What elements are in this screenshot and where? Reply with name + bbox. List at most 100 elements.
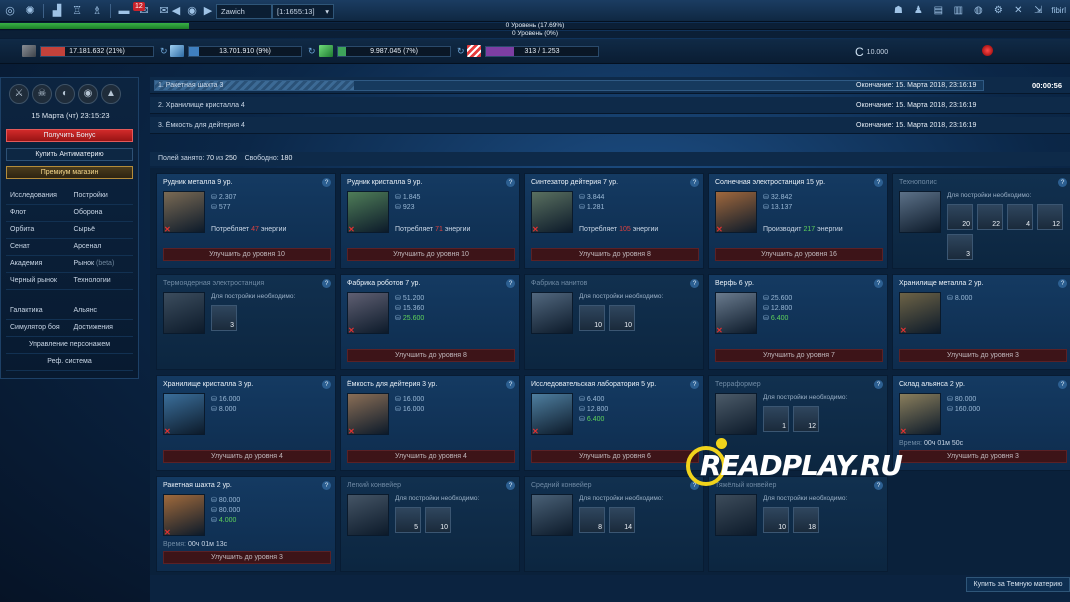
menu-item[interactable]: Исследования xyxy=(6,188,70,204)
building-image[interactable] xyxy=(531,494,573,536)
cancel-icon[interactable]: ✕ xyxy=(716,326,723,335)
sword-icon[interactable]: ⚔ xyxy=(9,84,29,104)
cancel-icon[interactable]: ✕ xyxy=(716,225,723,234)
help-icon[interactable]: ? xyxy=(1058,279,1067,288)
help-icon[interactable]: ? xyxy=(874,178,883,187)
upgrade-button[interactable]: Улучшить до уровня 8 xyxy=(531,248,699,261)
chat-icon[interactable]: ▬ xyxy=(117,4,131,18)
cancel-icon[interactable]: ✕ xyxy=(164,427,171,436)
building-card[interactable]: Фабрика роботов 7 ур.? ✕ ⛁ 51.200 ⛁ 15.360 ⛁ 25… xyxy=(340,274,520,370)
rings-icon[interactable]: ◎ xyxy=(3,4,17,18)
requirement-tech[interactable]: 5 xyxy=(395,507,421,533)
group-icon[interactable]: ☗ xyxy=(891,4,905,18)
refresh-icon[interactable]: ↻ xyxy=(308,46,316,57)
cancel-icon[interactable]: ✕ xyxy=(532,427,539,436)
help-icon[interactable]: ? xyxy=(874,279,883,288)
tools-icon[interactable]: ✕ xyxy=(1011,4,1025,18)
prev-planet-icon[interactable]: ◀ xyxy=(169,4,183,18)
home-planet-icon[interactable]: ◉ xyxy=(185,4,199,18)
help-icon[interactable]: ? xyxy=(690,380,699,389)
rocket-icon[interactable]: ▲ xyxy=(101,84,121,104)
get-bonus-button[interactable]: Получить Бонус xyxy=(6,129,133,142)
buy-antimatter-button[interactable]: Купить Антиматерию xyxy=(6,148,133,161)
globe-icon[interactable]: ✺ xyxy=(23,4,37,18)
help-icon[interactable]: ? xyxy=(322,481,331,490)
help-icon[interactable]: ? xyxy=(322,178,331,187)
help-icon[interactable]: ? xyxy=(322,380,331,389)
building-card[interactable]: Солнечная электростанция 15 ур.? ✕ ⛁ 32.842… xyxy=(708,173,888,269)
building-card[interactable]: Термоядерная электростанция? Для постройк… xyxy=(156,274,336,370)
menu-item[interactable]: Технологии xyxy=(70,273,134,289)
help-icon[interactable]: ? xyxy=(1058,178,1067,187)
menu-item[interactable]: Галактика xyxy=(6,303,70,319)
building-card[interactable]: Средний конвейер? Для постройки необходим… xyxy=(524,476,704,572)
menu-item[interactable]: Сырьё xyxy=(70,222,134,238)
cancel-icon[interactable]: ✕ xyxy=(348,326,355,335)
requirement-tech[interactable]: 1 xyxy=(763,406,789,432)
menu-item[interactable]: Оборона xyxy=(70,205,134,221)
help-icon[interactable]: ? xyxy=(874,380,883,389)
upgrade-button[interactable]: Улучшить до уровня 7 xyxy=(715,349,883,362)
upgrade-button[interactable]: Улучшить до уровня 10 xyxy=(163,248,331,261)
requirement-tech[interactable]: 10 xyxy=(763,507,789,533)
requirement-tech[interactable]: 10 xyxy=(425,507,451,533)
building-card[interactable]: Исследовательская лаборатория 5 ур.? ✕ ⛁ 6.… xyxy=(524,375,704,471)
dark-matter-icon[interactable] xyxy=(982,45,993,56)
planet-select[interactable]: Zawich xyxy=(216,4,272,19)
building-card[interactable]: Ёмкость для дейтерия 3 ур.? ✕ ⛁ 16.000 ⛁ 16.0… xyxy=(340,375,520,471)
requirement-tech[interactable]: 3 xyxy=(947,234,973,260)
requirement-tech[interactable]: 18 xyxy=(793,507,819,533)
upgrade-button[interactable]: Улучшить до уровня 3 xyxy=(163,551,331,564)
menu-item[interactable]: Академия xyxy=(6,256,70,272)
eye-icon[interactable]: ◉ xyxy=(78,84,98,104)
refresh-icon[interactable]: ↻ xyxy=(457,46,465,57)
menu-item[interactable]: Постройки xyxy=(70,188,134,204)
menu-item[interactable]: Орбита xyxy=(6,222,70,238)
coords-select[interactable]: [1:1655:13] ▾ xyxy=(272,4,334,19)
building-image[interactable] xyxy=(531,292,573,334)
requirement-tech[interactable]: 10 xyxy=(609,305,635,331)
menu-item[interactable]: Достижения xyxy=(70,320,134,336)
building-card[interactable]: Хранилище металла 2 ур.? ✕ ⛁ 8.000 Улучшить … xyxy=(892,274,1070,370)
upgrade-button[interactable]: Улучшить до уровня 6 xyxy=(531,450,699,463)
menu-item[interactable]: Рынок (beta) xyxy=(70,256,134,272)
building-card[interactable]: Легкий конвейер? Для постройки необходимо… xyxy=(340,476,520,572)
refresh-icon[interactable]: ↻ xyxy=(160,46,168,57)
upgrade-button[interactable]: Улучшить до уровня 16 xyxy=(715,248,883,261)
upgrade-button[interactable]: Улучшить до уровня 4 xyxy=(163,450,331,463)
notes-icon[interactable]: ▤ xyxy=(931,4,945,18)
requirement-tech[interactable]: 8 xyxy=(579,507,605,533)
building-image[interactable] xyxy=(347,494,389,536)
upgrade-button[interactable]: Улучшить до уровня 4 xyxy=(347,450,515,463)
building-card[interactable]: Синтезатор дейтерия 7 ур.? ✕ ⛁ 3.844 ⛁ 1.281 П… xyxy=(524,173,704,269)
help-icon[interactable]: ? xyxy=(322,279,331,288)
upgrade-button[interactable]: Улучшить до уровня 10 xyxy=(347,248,515,261)
building-image[interactable] xyxy=(715,494,757,536)
requirement-tech[interactable]: 20 xyxy=(947,204,973,230)
building-card[interactable]: Фабрика нанитов? Для постройки необходимо… xyxy=(524,274,704,370)
book-icon[interactable]: ▥ xyxy=(951,4,965,18)
cancel-icon[interactable]: ✕ xyxy=(164,225,171,234)
buy-dark-matter-button[interactable]: Купить за Темную материю xyxy=(966,577,1070,592)
requirement-tech[interactable]: 12 xyxy=(793,406,819,432)
menu-item[interactable]: Симулятор боя xyxy=(6,320,70,336)
menu-item[interactable]: Альянс xyxy=(70,303,134,319)
help-icon[interactable]: ? xyxy=(506,380,515,389)
building-card[interactable]: Верфь 6 ур.? ✕ ⛁ 25.600 ⛁ 12.800 ⛁ 6.400 Улучшит… xyxy=(708,274,888,370)
requirement-tech[interactable]: 12 xyxy=(1037,204,1063,230)
menu-item[interactable]: Флот xyxy=(6,205,70,221)
chart-icon[interactable]: ▟ xyxy=(50,4,64,18)
building-card[interactable]: Ракетная шахта 2 ур.? ✕ ⛁ 80.000 ⛁ 80.000 ⛁ 4.0… xyxy=(156,476,336,572)
menu-item-characters[interactable]: Управление персонажем xyxy=(6,337,133,353)
help-icon[interactable]: ? xyxy=(690,178,699,187)
trophy-icon[interactable]: ♖ xyxy=(70,4,84,18)
building-card[interactable]: Рудник кристалла 9 ур.? ✕ ⛁ 1.845 ⛁ 923 Потреб… xyxy=(340,173,520,269)
settings-icon[interactable]: ⚙ xyxy=(991,4,1005,18)
trophy-2-icon[interactable]: ♗ xyxy=(90,4,104,18)
building-image[interactable] xyxy=(715,393,757,435)
menu-item[interactable]: Черный рынок xyxy=(6,273,70,289)
help-icon[interactable]: ? xyxy=(690,279,699,288)
building-card[interactable]: Рудник металла 9 ур.? ✕ ⛁ 2.307 ⛁ 577 Потребля… xyxy=(156,173,336,269)
upgrade-button[interactable]: Улучшить до уровня 8 xyxy=(347,349,515,362)
logout-icon[interactable]: ⇲ xyxy=(1031,4,1045,18)
